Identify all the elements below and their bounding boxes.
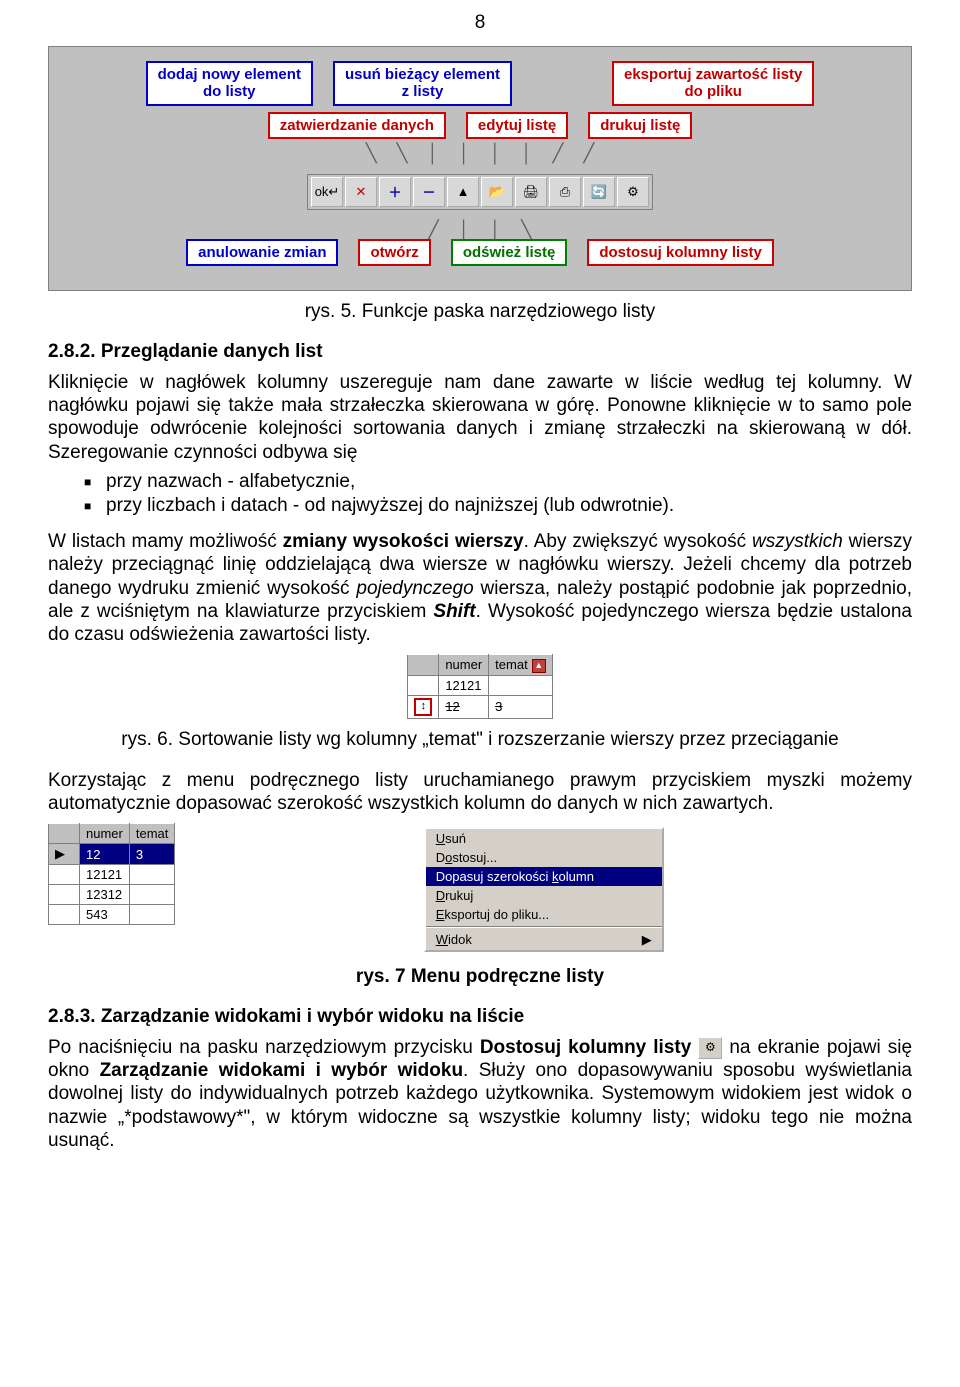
list-toolbar: ok↵ ✕ ＋ － ▲ 📂 🖨 ⎙ 🔄 ⚙ bbox=[307, 174, 653, 210]
cancel-button[interactable]: ✕ bbox=[345, 177, 377, 207]
ctx-item-customize[interactable]: Dostosuj... bbox=[426, 848, 662, 867]
column-header-temat[interactable]: temat▲ bbox=[489, 655, 553, 676]
edit-button[interactable]: ▲ bbox=[447, 177, 479, 207]
ctx-item-print[interactable]: Drukuj bbox=[426, 886, 662, 905]
bullet-list: przy nazwach - alfabetycznie, przy liczb… bbox=[84, 470, 912, 519]
label-add-new: dodaj nowy element do listy bbox=[146, 61, 313, 106]
table-row[interactable]: 12312 bbox=[49, 885, 175, 905]
submenu-arrow-icon: ▶ bbox=[642, 932, 652, 948]
add-button[interactable]: ＋ bbox=[379, 177, 411, 207]
label-confirm: zatwierdzanie danych bbox=[268, 112, 446, 139]
context-menu-figure: numer temat ▶123 12121 12312 543 UUsuńsu… bbox=[48, 823, 912, 956]
label-remove-current: usuń bieżący element z listy bbox=[333, 61, 512, 106]
sort-indicator-icon: ▲ bbox=[532, 659, 546, 673]
paragraph: Po naciśnięciu na pasku narzędziowym prz… bbox=[48, 1036, 912, 1152]
row-resize-handle-icon[interactable]: ↕ bbox=[414, 698, 432, 716]
label-cancel-changes: anulowanie zmian bbox=[186, 239, 338, 266]
toolbar-diagram: dodaj nowy element do listy usuń bieżący… bbox=[48, 46, 912, 291]
ctx-item-view[interactable]: Widok▶ bbox=[426, 930, 662, 950]
column-header-numer[interactable]: numer bbox=[439, 655, 489, 676]
label-customize: dostosuj kolumny listy bbox=[587, 239, 774, 266]
sort-example-table: numer temat▲ 12121 ↕ 123 bbox=[407, 654, 552, 719]
table-row[interactable]: ▶123 bbox=[49, 844, 175, 865]
export-button[interactable]: ⎙ bbox=[549, 177, 581, 207]
label-export: eksportuj zawartość listy do pliku bbox=[612, 61, 814, 106]
column-header-numer[interactable]: numer bbox=[80, 824, 130, 844]
context-menu: UUsuńsuń Dostosuj... Dopasuj szerokości … bbox=[424, 827, 664, 952]
list-item: przy liczbach i datach - od najwyższej d… bbox=[84, 494, 912, 518]
ctx-item-fit-columns[interactable]: Dopasuj szerokości kolumn bbox=[426, 867, 662, 886]
figure-caption-6: rys. 6. Sortowanie listy wg kolumny „tem… bbox=[48, 729, 912, 751]
figure-caption-5: rys. 5. Funkcje paska narzędziowego list… bbox=[48, 301, 912, 323]
label-open: otwórz bbox=[358, 239, 430, 266]
list-item: przy nazwach - alfabetycznie, bbox=[84, 470, 912, 494]
refresh-button[interactable]: 🔄 bbox=[583, 177, 615, 207]
label-print-list: drukuj listę bbox=[588, 112, 692, 139]
table-row[interactable]: 543 bbox=[49, 905, 175, 925]
column-header-temat[interactable]: temat bbox=[129, 824, 175, 844]
print-button[interactable]: 🖨 bbox=[515, 177, 547, 207]
page-number: 8 bbox=[48, 12, 912, 34]
figure-caption-7: rys. 7 Menu podręczne listy bbox=[48, 966, 912, 988]
paragraph: Kliknięcie w nagłówek kolumny uszereguje… bbox=[48, 371, 912, 464]
remove-button[interactable]: － bbox=[413, 177, 445, 207]
open-button[interactable]: 📂 bbox=[481, 177, 513, 207]
table-row[interactable]: ↕ 123 bbox=[408, 695, 552, 718]
ctx-item-delete[interactable]: UUsuńsuń bbox=[426, 829, 662, 848]
ok-button[interactable]: ok↵ bbox=[311, 177, 343, 207]
table-row[interactable]: 12121 bbox=[408, 675, 552, 695]
paragraph: W listach mamy możliwość zmiany wysokośc… bbox=[48, 530, 912, 646]
heading-2-8-3: 2.8.3. Zarządzanie widokami i wybór wido… bbox=[48, 1006, 912, 1028]
customize-columns-button[interactable]: ⚙ bbox=[617, 177, 649, 207]
paragraph: Korzystając z menu podręcznego listy uru… bbox=[48, 769, 912, 815]
customize-columns-icon: ⚙ bbox=[698, 1037, 722, 1059]
ctx-item-export[interactable]: Eksportuj do pliku... bbox=[426, 905, 662, 924]
label-refresh: odśwież listę bbox=[451, 239, 568, 266]
table-row[interactable]: 12121 bbox=[49, 865, 175, 885]
heading-2-8-2: 2.8.2. Przeglądanie danych list bbox=[48, 341, 912, 363]
label-edit-list: edytuj listę bbox=[466, 112, 568, 139]
